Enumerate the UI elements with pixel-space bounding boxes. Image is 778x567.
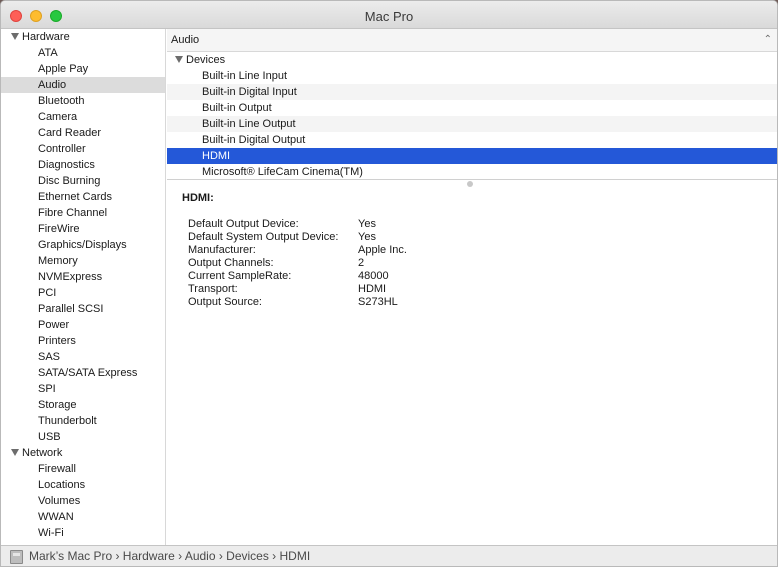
- property-key: Manufacturer:: [188, 244, 256, 256]
- sidebar-item-parallel-scsi[interactable]: Parallel SCSI: [1, 301, 165, 317]
- split-view-handle[interactable]: [467, 181, 473, 187]
- sidebar-item-usb[interactable]: USB: [1, 429, 165, 445]
- sidebar-item-memory[interactable]: Memory: [1, 253, 165, 269]
- property-row: Output Channels: 2: [182, 257, 763, 270]
- sidebar-item-firewall[interactable]: Firewall: [1, 461, 165, 477]
- window-title: Mac Pro: [364, 9, 414, 24]
- detail-pane: HDMI: Default Output Device: Yes Default S…: [167, 180, 777, 321]
- device-rows: Built-in Line Input Built-in Digital Inpu…: [167, 68, 777, 180]
- property-value: Yes: [358, 218, 376, 230]
- sidebar-item-power[interactable]: Power: [1, 317, 165, 333]
- path-bar: Mark’s Mac Pro › Hardware › Audio › Devi…: [1, 545, 777, 566]
- property-row: Default Output Device: Yes: [182, 218, 763, 231]
- sidebar-item-graphics-displays[interactable]: Graphics/Displays: [1, 237, 165, 253]
- sidebar-item-printers[interactable]: Printers: [1, 333, 165, 349]
- sidebar-item-apple-pay[interactable]: Apple Pay: [1, 61, 165, 77]
- device-row[interactable]: Built-in Line Input: [167, 68, 777, 84]
- property-value: S273HL: [358, 296, 398, 308]
- section-header[interactable]: Audio ⌃: [167, 29, 777, 52]
- property-key: Default System Output Device:: [188, 231, 339, 243]
- property-value: Yes: [358, 231, 376, 243]
- sidebar-item-spi[interactable]: SPI: [1, 381, 165, 397]
- sidebar-item-camera[interactable]: Camera: [1, 109, 165, 125]
- devices-group-label: Devices: [186, 54, 226, 66]
- property-row: Manufacturer: Apple Inc.: [182, 244, 763, 257]
- chevron-up-icon[interactable]: ⌃: [764, 29, 772, 51]
- property-key: Output Source:: [188, 296, 262, 308]
- system-information-window: Mac Pro Hardware ATA Apple Pay Audio Blueto…: [0, 0, 778, 567]
- computer-icon: [10, 550, 23, 564]
- main-panel: Audio ⌃ Devices Built-in Line Input Built…: [167, 29, 777, 545]
- sidebar-item-card-reader[interactable]: Card Reader: [1, 125, 165, 141]
- sidebar-item-ethernet-cards[interactable]: Ethernet Cards: [1, 189, 165, 205]
- disclosure-triangle-icon[interactable]: [11, 33, 19, 40]
- sidebar-item-diagnostics[interactable]: Diagnostics: [1, 157, 165, 173]
- device-row[interactable]: HDMI: [167, 148, 777, 164]
- property-value: 48000: [358, 270, 389, 282]
- sidebar-group-hardware[interactable]: Hardware: [1, 29, 165, 45]
- property-row: Output Source: S273HL: [182, 296, 763, 309]
- property-row: Current SampleRate: 48000: [182, 270, 763, 283]
- device-row[interactable]: Built-in Line Output: [167, 116, 777, 132]
- device-row[interactable]: Built-in Output: [167, 100, 777, 116]
- sidebar-item-fibre-channel[interactable]: Fibre Channel: [1, 205, 165, 221]
- sidebar-group-label: Hardware: [22, 31, 70, 43]
- sidebar-item-sas[interactable]: SAS: [1, 349, 165, 365]
- title-bar: Mac Pro: [1, 1, 777, 29]
- hardware-items: ATA Apple Pay Audio Bluetooth Camera Card Rea…: [1, 45, 165, 445]
- sidebar-item-sata-sata-express[interactable]: SATA/SATA Express: [1, 365, 165, 381]
- sidebar-item-bluetooth[interactable]: Bluetooth: [1, 93, 165, 109]
- property-key: Default Output Device:: [188, 218, 299, 230]
- property-key: Output Channels:: [188, 257, 274, 269]
- property-value: 2: [358, 257, 365, 269]
- property-row: Default System Output Device: Yes: [182, 231, 763, 244]
- disclosure-triangle-icon[interactable]: [11, 449, 19, 456]
- property-key: Current SampleRate:: [188, 270, 292, 282]
- sidebar-item-firewire[interactable]: FireWire: [1, 221, 165, 237]
- property-value: HDMI: [358, 283, 387, 295]
- sidebar-item-ata[interactable]: ATA: [1, 45, 165, 61]
- device-row[interactable]: Built-in Digital Output: [167, 132, 777, 148]
- path-bar-text: Mark’s Mac Pro › Hardware › Audio › Devi…: [29, 549, 311, 563]
- sidebar-group-network[interactable]: Network: [1, 445, 165, 461]
- sidebar-item-pci[interactable]: PCI: [1, 285, 165, 301]
- section-header-label: Audio: [171, 34, 200, 46]
- sidebar-item-thunderbolt[interactable]: Thunderbolt: [1, 413, 165, 429]
- property-value: Apple Inc.: [358, 244, 407, 256]
- property-key: Transport:: [188, 283, 238, 295]
- sidebar[interactable]: Hardware ATA Apple Pay Audio Bluetooth Camer…: [1, 29, 166, 545]
- sidebar-item-locations[interactable]: Locations: [1, 477, 165, 493]
- sidebar-item-storage[interactable]: Storage: [1, 397, 165, 413]
- devices-group[interactable]: Devices: [167, 52, 777, 68]
- disclosure-triangle-icon[interactable]: [175, 56, 183, 63]
- device-row[interactable]: Microsoft® LifeCam Cinema(TM): [167, 164, 777, 180]
- network-items: Firewall Locations Volumes WWAN Wi-Fi: [1, 461, 165, 541]
- property-row: Transport: HDMI: [182, 283, 763, 296]
- sidebar-item-wi-fi[interactable]: Wi-Fi: [1, 525, 165, 541]
- device-row[interactable]: Built-in Digital Input: [167, 84, 777, 100]
- sidebar-item-audio[interactable]: Audio: [1, 77, 165, 93]
- properties-list: Default Output Device: Yes Default System …: [182, 218, 763, 309]
- detail-title: HDMI:: [182, 192, 214, 204]
- sidebar-item-volumes[interactable]: Volumes: [1, 493, 165, 509]
- devices-list[interactable]: Devices Built-in Line Input Built-in Digi…: [167, 52, 777, 180]
- sidebar-item-disc-burning[interactable]: Disc Burning: [1, 173, 165, 189]
- sidebar-item-nvmexpress[interactable]: NVMExpress: [1, 269, 165, 285]
- sidebar-group-label: Network: [22, 447, 63, 459]
- sidebar-item-controller[interactable]: Controller: [1, 141, 165, 157]
- sidebar-item-wwan[interactable]: WWAN: [1, 509, 165, 525]
